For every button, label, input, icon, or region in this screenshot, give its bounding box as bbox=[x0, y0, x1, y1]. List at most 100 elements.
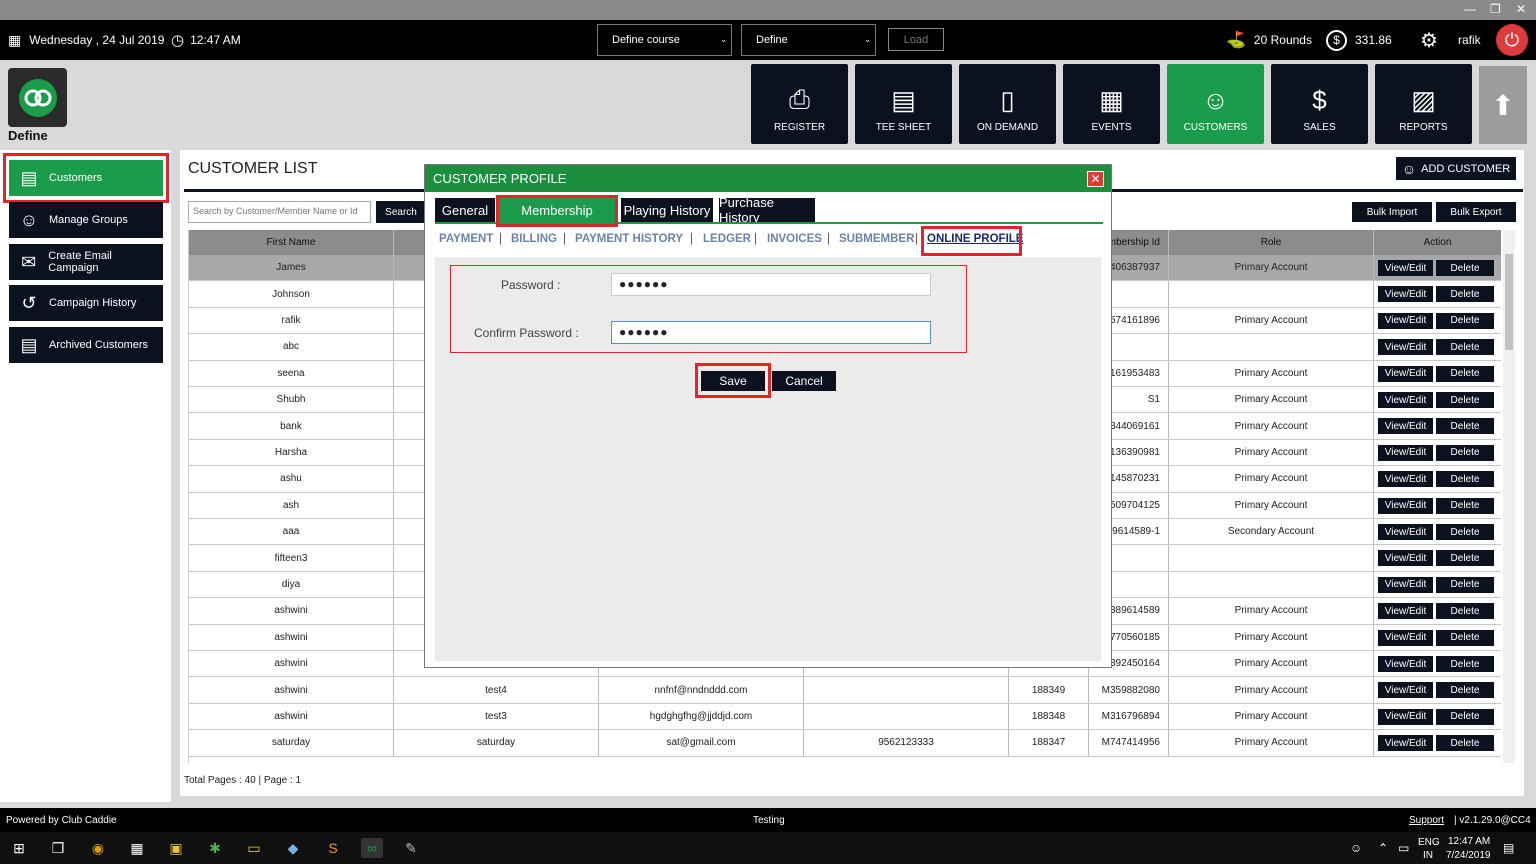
subtab-online-profile[interactable]: ONLINE PROFILE bbox=[927, 233, 1023, 245]
file-explorer-icon[interactable]: ▭ bbox=[243, 838, 265, 858]
view-edit-button[interactable]: View/Edit bbox=[1378, 339, 1433, 356]
column-header[interactable]: Role bbox=[1169, 230, 1374, 255]
nav-reports[interactable]: ▨ REPORTS bbox=[1375, 64, 1472, 144]
delete-button[interactable]: Delete bbox=[1436, 524, 1494, 540]
table-row[interactable]: ashwini test4 nnfnf@nndnddd.com 188349 M3598… bbox=[189, 677, 1501, 704]
arrow-up-icon[interactable]: ⬆ bbox=[1479, 66, 1527, 144]
close-window-button[interactable]: ✕ bbox=[1516, 2, 1526, 16]
user-name[interactable]: rafik bbox=[1458, 20, 1481, 60]
search-input[interactable]: Search by Customer/Member Name or Id bbox=[188, 201, 371, 223]
close-icon[interactable]: ✕ bbox=[1087, 171, 1104, 187]
bulk-export-button[interactable]: Bulk Export bbox=[1436, 202, 1516, 222]
view-edit-button[interactable]: View/Edit bbox=[1378, 603, 1433, 620]
minimize-button[interactable]: — bbox=[1464, 2, 1476, 16]
sidebar-item-customers[interactable]: ▤ Customers bbox=[9, 160, 163, 196]
club-caddie-taskbar-icon[interactable]: ∞ bbox=[361, 838, 383, 858]
cancel-button[interactable]: Cancel bbox=[772, 371, 836, 391]
tab-purchase-history[interactable]: Purchase History bbox=[719, 195, 815, 225]
view-edit-button[interactable]: View/Edit bbox=[1378, 629, 1433, 646]
nav-tee-sheet[interactable]: ▤ TEE SHEET bbox=[855, 64, 952, 144]
delete-button[interactable]: Delete bbox=[1436, 708, 1494, 725]
tab-playing-history[interactable]: Playing History bbox=[621, 198, 713, 222]
tab-general[interactable]: General bbox=[435, 198, 495, 222]
delete-button[interactable]: Delete bbox=[1436, 471, 1494, 488]
delete-button[interactable]: Delete bbox=[1436, 392, 1494, 408]
sublime-icon[interactable]: S bbox=[322, 838, 344, 858]
task-view-icon[interactable]: ❐ bbox=[47, 838, 69, 858]
delete-button[interactable]: Delete bbox=[1436, 576, 1494, 593]
windows-start-icon[interactable]: ⊞ bbox=[8, 838, 30, 858]
app-icon[interactable]: ◆ bbox=[282, 838, 304, 858]
delete-button[interactable]: Delete bbox=[1436, 312, 1494, 329]
delete-button[interactable]: Delete bbox=[1436, 656, 1494, 672]
maximize-button[interactable]: ❐ bbox=[1490, 2, 1501, 16]
sidebar-item-archived-customers[interactable]: ▤ Archived Customers bbox=[9, 327, 163, 363]
nav-register[interactable]: ⎙ REGISTER bbox=[751, 64, 848, 144]
view-edit-button[interactable]: View/Edit bbox=[1378, 392, 1433, 408]
view-edit-button[interactable]: View/Edit bbox=[1378, 682, 1433, 699]
delete-button[interactable]: Delete bbox=[1436, 629, 1494, 646]
view-edit-button[interactable]: View/Edit bbox=[1378, 260, 1433, 276]
delete-button[interactable]: Delete bbox=[1436, 550, 1494, 567]
view-edit-button[interactable]: View/Edit bbox=[1378, 418, 1433, 435]
view-edit-button[interactable]: View/Edit bbox=[1378, 524, 1433, 540]
subtab-payment-history[interactable]: PAYMENT HISTORY bbox=[575, 233, 683, 245]
confirm-password-field[interactable]: ●●●●●● bbox=[611, 321, 931, 344]
network-icon[interactable]: ▭ bbox=[1398, 841, 1409, 855]
sticky-notes-icon[interactable]: ▣ bbox=[165, 838, 187, 858]
delete-button[interactable]: Delete bbox=[1436, 286, 1494, 303]
delete-button[interactable]: Delete bbox=[1436, 444, 1494, 461]
delete-button[interactable]: Delete bbox=[1436, 603, 1494, 620]
nav-sales[interactable]: $ SALES bbox=[1271, 64, 1368, 144]
view-edit-button[interactable]: View/Edit bbox=[1378, 708, 1433, 725]
tab-membership[interactable]: Membership bbox=[499, 198, 615, 222]
column-header[interactable]: First Name bbox=[189, 230, 394, 255]
taskbar-time[interactable]: 12:47 AM bbox=[1448, 836, 1490, 847]
course-select[interactable]: Define course ⌄ bbox=[597, 24, 732, 56]
view-edit-button[interactable]: View/Edit bbox=[1378, 735, 1433, 752]
view-edit-button[interactable]: View/Edit bbox=[1378, 365, 1433, 382]
subtab-submember[interactable]: SUBMEMBER bbox=[839, 233, 914, 245]
password-field[interactable]: ●●●●●● bbox=[611, 273, 931, 296]
sidebar-item-manage-groups[interactable]: ☺ Manage Groups bbox=[9, 202, 163, 238]
delete-button[interactable]: Delete bbox=[1436, 339, 1494, 356]
view-edit-button[interactable]: View/Edit bbox=[1378, 656, 1433, 672]
delete-button[interactable]: Delete bbox=[1436, 260, 1494, 276]
view-edit-button[interactable]: View/Edit bbox=[1378, 444, 1433, 461]
view-edit-button[interactable]: View/Edit bbox=[1378, 471, 1433, 488]
subtab-invoices[interactable]: INVOICES bbox=[767, 233, 822, 245]
view-edit-button[interactable]: View/Edit bbox=[1378, 286, 1433, 303]
chevron-up-icon[interactable]: ⌃ bbox=[1378, 841, 1388, 855]
nav-events[interactable]: ▦ EVENTS bbox=[1063, 64, 1160, 144]
subtab-payment[interactable]: PAYMENT bbox=[439, 233, 493, 245]
support-link[interactable]: Support bbox=[1409, 815, 1444, 826]
table-row[interactable]: ashwini test3 hgdghgfhg@jjddjd.com 188348 M3… bbox=[189, 703, 1501, 731]
paint-icon[interactable]: ✎ bbox=[400, 838, 422, 858]
power-icon[interactable]: ⏻ bbox=[1496, 24, 1528, 56]
settings-gear-icon[interactable]: ⚙ bbox=[1420, 20, 1438, 60]
bulk-import-button[interactable]: Bulk Import bbox=[1352, 202, 1432, 222]
delete-button[interactable]: Delete bbox=[1436, 735, 1494, 752]
delete-button[interactable]: Delete bbox=[1436, 682, 1494, 699]
delete-button[interactable]: Delete bbox=[1436, 365, 1494, 382]
save-button[interactable]: Save bbox=[701, 371, 765, 391]
view-edit-button[interactable]: View/Edit bbox=[1378, 497, 1433, 514]
slack-icon[interactable]: ✱ bbox=[204, 838, 226, 858]
subtab-ledger[interactable]: LEDGER bbox=[703, 233, 751, 245]
table-scrollbar[interactable] bbox=[1503, 230, 1515, 763]
chrome-icon[interactable]: ◉ bbox=[87, 838, 109, 858]
search-button[interactable]: Search bbox=[376, 201, 426, 223]
scrollbar-thumb[interactable] bbox=[1505, 254, 1513, 350]
table-row[interactable]: saturday saturday sat@gmail.com 9562123333 1… bbox=[189, 730, 1501, 757]
delete-button[interactable]: Delete bbox=[1436, 418, 1494, 435]
language-indicator[interactable]: ENG bbox=[1418, 837, 1440, 848]
calculator-icon[interactable]: ▦ bbox=[126, 838, 148, 858]
subtab-billing[interactable]: BILLING bbox=[511, 233, 557, 245]
sidebar-item-campaign-history[interactable]: ↺ Campaign History bbox=[9, 285, 163, 321]
define-select[interactable]: Define ⌄ bbox=[741, 24, 876, 56]
view-edit-button[interactable]: View/Edit bbox=[1378, 550, 1433, 567]
delete-button[interactable]: Delete bbox=[1436, 497, 1494, 514]
load-button[interactable]: Load bbox=[888, 28, 944, 51]
people-icon[interactable]: ☺ bbox=[1350, 841, 1362, 855]
add-customer-button[interactable]: ☺ ADD CUSTOMER bbox=[1396, 157, 1516, 180]
